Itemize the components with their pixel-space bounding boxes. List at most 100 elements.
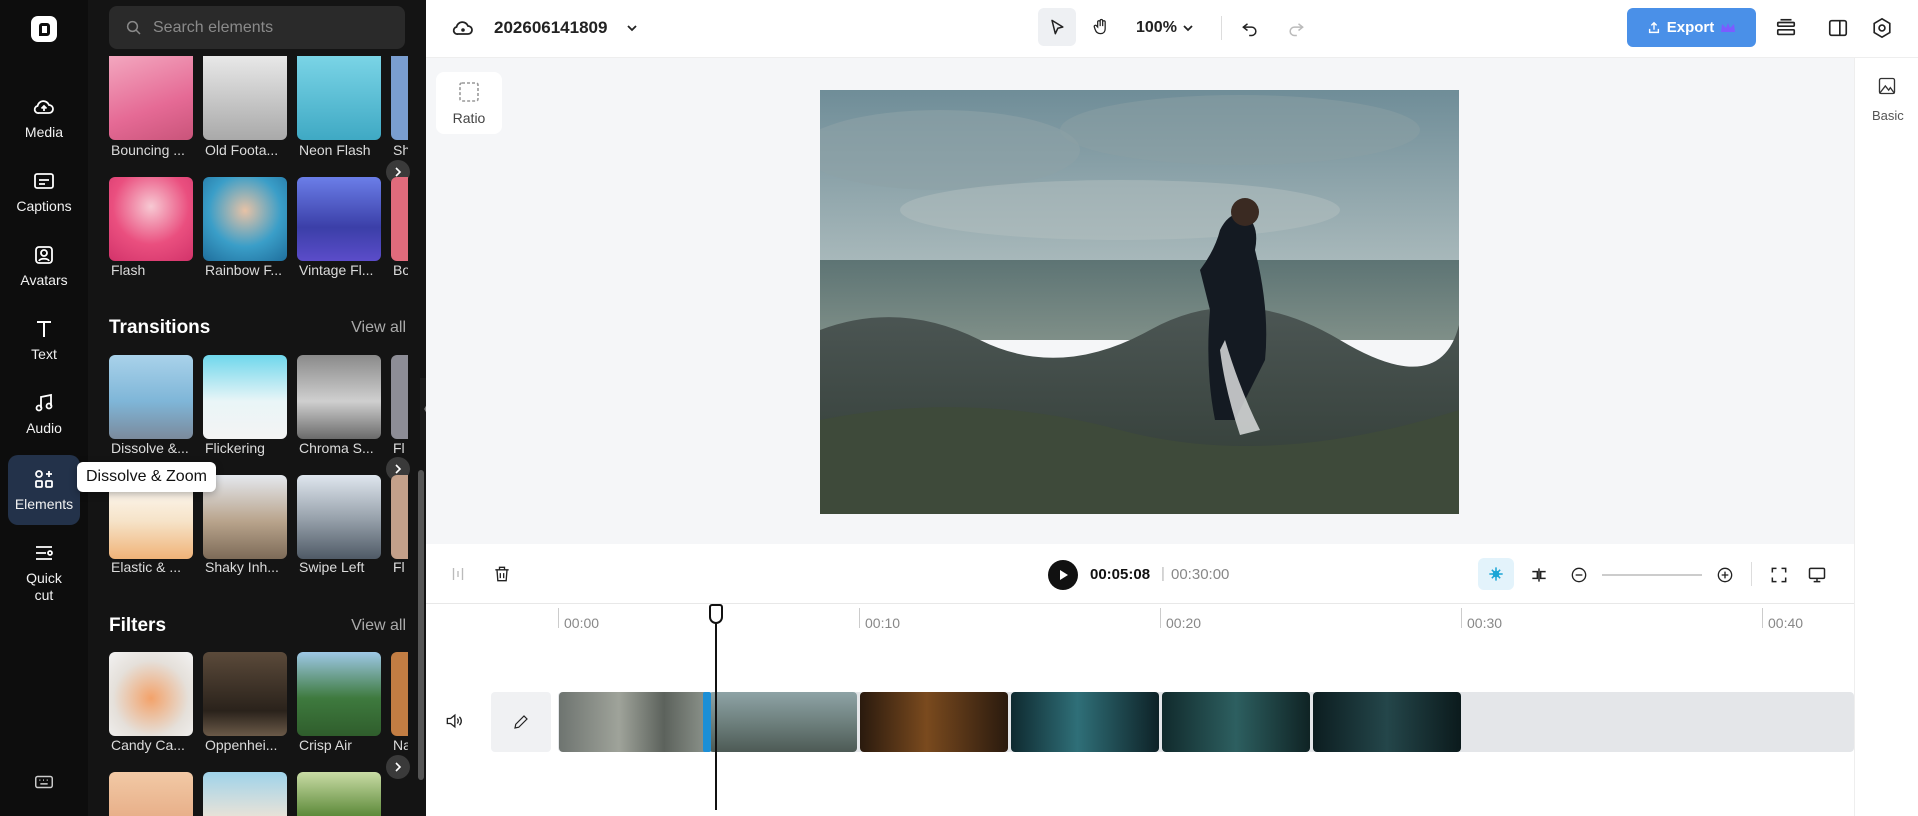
transition-thumb-chroma[interactable]	[297, 355, 381, 439]
app-logo[interactable]	[31, 16, 57, 42]
timeline-clip-5[interactable]	[1162, 692, 1310, 752]
elements-icon	[35, 470, 53, 488]
cloud-save-button[interactable]	[451, 16, 475, 40]
layers-button[interactable]	[1772, 14, 1800, 42]
filter-thumb-partial[interactable]	[297, 772, 381, 816]
effect-thumb-vintage[interactable]	[297, 177, 381, 261]
transition-label: Dissolve &...	[111, 440, 189, 456]
keyboard-shortcuts-button[interactable]	[32, 770, 56, 794]
timeline-zoom-slider[interactable]	[1602, 574, 1702, 576]
effect-thumb-partial[interactable]	[391, 177, 408, 261]
rail-item-label: Audio	[26, 420, 62, 436]
split-icon	[452, 568, 464, 580]
current-time: 00:05:08	[1090, 566, 1151, 583]
mute-track-button[interactable]	[441, 708, 467, 734]
rail-item-avatars[interactable]: Avatars	[8, 243, 80, 289]
effect-thumb-partial[interactable]	[391, 56, 408, 140]
link-clips-button[interactable]	[1526, 562, 1552, 588]
timeline-clip-1[interactable]	[559, 692, 709, 752]
split-button[interactable]	[446, 562, 470, 586]
playhead-handle[interactable]	[709, 604, 723, 624]
effect-thumb-bouncing[interactable]	[109, 56, 193, 140]
fullscreen-button[interactable]	[1766, 562, 1792, 588]
timeline-clip-4[interactable]	[1011, 692, 1159, 752]
filter-thumb-partial[interactable]	[391, 652, 408, 736]
hand-tool-button[interactable]	[1086, 12, 1116, 42]
rail-item-label: Quick cut	[26, 570, 62, 603]
panel-scrollbar[interactable]	[418, 470, 424, 780]
rail-item-label: Captions	[16, 198, 72, 214]
delete-button[interactable]	[490, 562, 514, 586]
filter-thumb-candy[interactable]	[109, 652, 193, 736]
timeline-tick: 00:40	[1768, 615, 1804, 631]
transition-thumb-dissolve[interactable]	[109, 355, 193, 439]
transition-thumb-flickering[interactable]	[203, 355, 287, 439]
filters-scroll-right-button[interactable]	[386, 755, 410, 779]
filter-label: Oppenhei...	[205, 737, 278, 753]
ratio-label: Ratio	[452, 110, 486, 126]
filter-thumb-partial[interactable]	[109, 772, 193, 816]
rail-item-quick-cut[interactable]: Quick cut	[8, 541, 80, 604]
transition-thumb-partial[interactable]	[391, 475, 408, 559]
effect-thumb-neon-flash[interactable]	[297, 56, 381, 140]
zoom-in-button[interactable]	[1712, 562, 1738, 588]
panel-layout-button[interactable]	[1824, 14, 1852, 42]
timeline-clip-3[interactable]	[860, 692, 1008, 752]
undo-button[interactable]	[1238, 16, 1262, 40]
elements-panel: Search elements Bouncing ... Old Foota..…	[88, 0, 426, 816]
redo-button[interactable]	[1284, 16, 1308, 40]
filters-view-all-link[interactable]: View all	[351, 617, 406, 635]
transition-thumb-partial[interactable]	[391, 355, 408, 439]
play-button[interactable]	[1048, 560, 1078, 590]
search-icon	[126, 20, 141, 35]
play-icon	[1060, 570, 1068, 580]
rail-item-text[interactable]: Text	[8, 317, 80, 363]
zoom-level[interactable]: 100%	[1136, 19, 1177, 37]
tick-mark	[1762, 608, 1763, 628]
rail-item-captions[interactable]: Captions	[8, 169, 80, 215]
total-time: 00:30:00	[1171, 566, 1230, 583]
auto-snap-toggle[interactable]	[1478, 558, 1514, 590]
rail-item-audio[interactable]: Audio	[8, 391, 80, 437]
filter-thumb-crisp-air[interactable]	[297, 652, 381, 736]
transition-thumb-swipe-left[interactable]	[297, 475, 381, 559]
timeline-clip-6[interactable]	[1313, 692, 1461, 752]
rail-item-media[interactable]: Media	[8, 95, 80, 141]
transition-label: Elastic & ...	[111, 559, 182, 575]
rail-item-label: Media	[24, 124, 64, 140]
ratio-button[interactable]: Ratio	[436, 72, 502, 134]
video-preview[interactable]	[820, 90, 1459, 514]
filter-thumb-partial[interactable]	[203, 772, 287, 816]
effect-thumb-flash[interactable]	[109, 177, 193, 261]
settings-button[interactable]	[1868, 14, 1896, 42]
tick-mark	[558, 608, 559, 628]
project-menu-button[interactable]	[622, 18, 642, 38]
rail-item-label: Elements	[14, 496, 74, 512]
tick-mark	[1461, 608, 1462, 628]
timeline-clip-2[interactable]	[709, 692, 857, 752]
effect-thumb-rainbow[interactable]	[203, 177, 287, 261]
share-icon	[1648, 21, 1659, 33]
effect-thumb-old-footage[interactable]	[203, 56, 287, 140]
clip-trim-handle[interactable]	[703, 692, 711, 752]
minus-circle-icon	[1571, 567, 1587, 583]
transitions-view-all-link[interactable]: View all	[351, 319, 406, 337]
rail-item-elements[interactable]: Elements	[8, 455, 80, 525]
basic-properties-button[interactable]	[1875, 74, 1899, 98]
edit-track-button[interactable]	[491, 692, 551, 752]
hand-icon	[1093, 18, 1106, 35]
right-rail: Basic	[1854, 58, 1918, 816]
layers-icon	[1776, 18, 1796, 36]
project-name[interactable]: 202606141809	[494, 18, 607, 38]
left-rail: Media Captions Avatars Text Audio Elemen…	[0, 0, 88, 816]
zoom-out-button[interactable]	[1566, 562, 1592, 588]
export-button[interactable]: Export	[1627, 8, 1756, 47]
timeline-tick: 00:00	[564, 615, 600, 631]
divider	[1221, 16, 1222, 40]
select-tool-button[interactable]	[1038, 8, 1076, 46]
search-input[interactable]: Search elements	[109, 6, 405, 49]
zoom-menu-button[interactable]	[1178, 18, 1198, 38]
timeline-view-button[interactable]	[1804, 562, 1830, 588]
playhead[interactable]	[715, 604, 717, 810]
filter-thumb-oppenheimer[interactable]	[203, 652, 287, 736]
